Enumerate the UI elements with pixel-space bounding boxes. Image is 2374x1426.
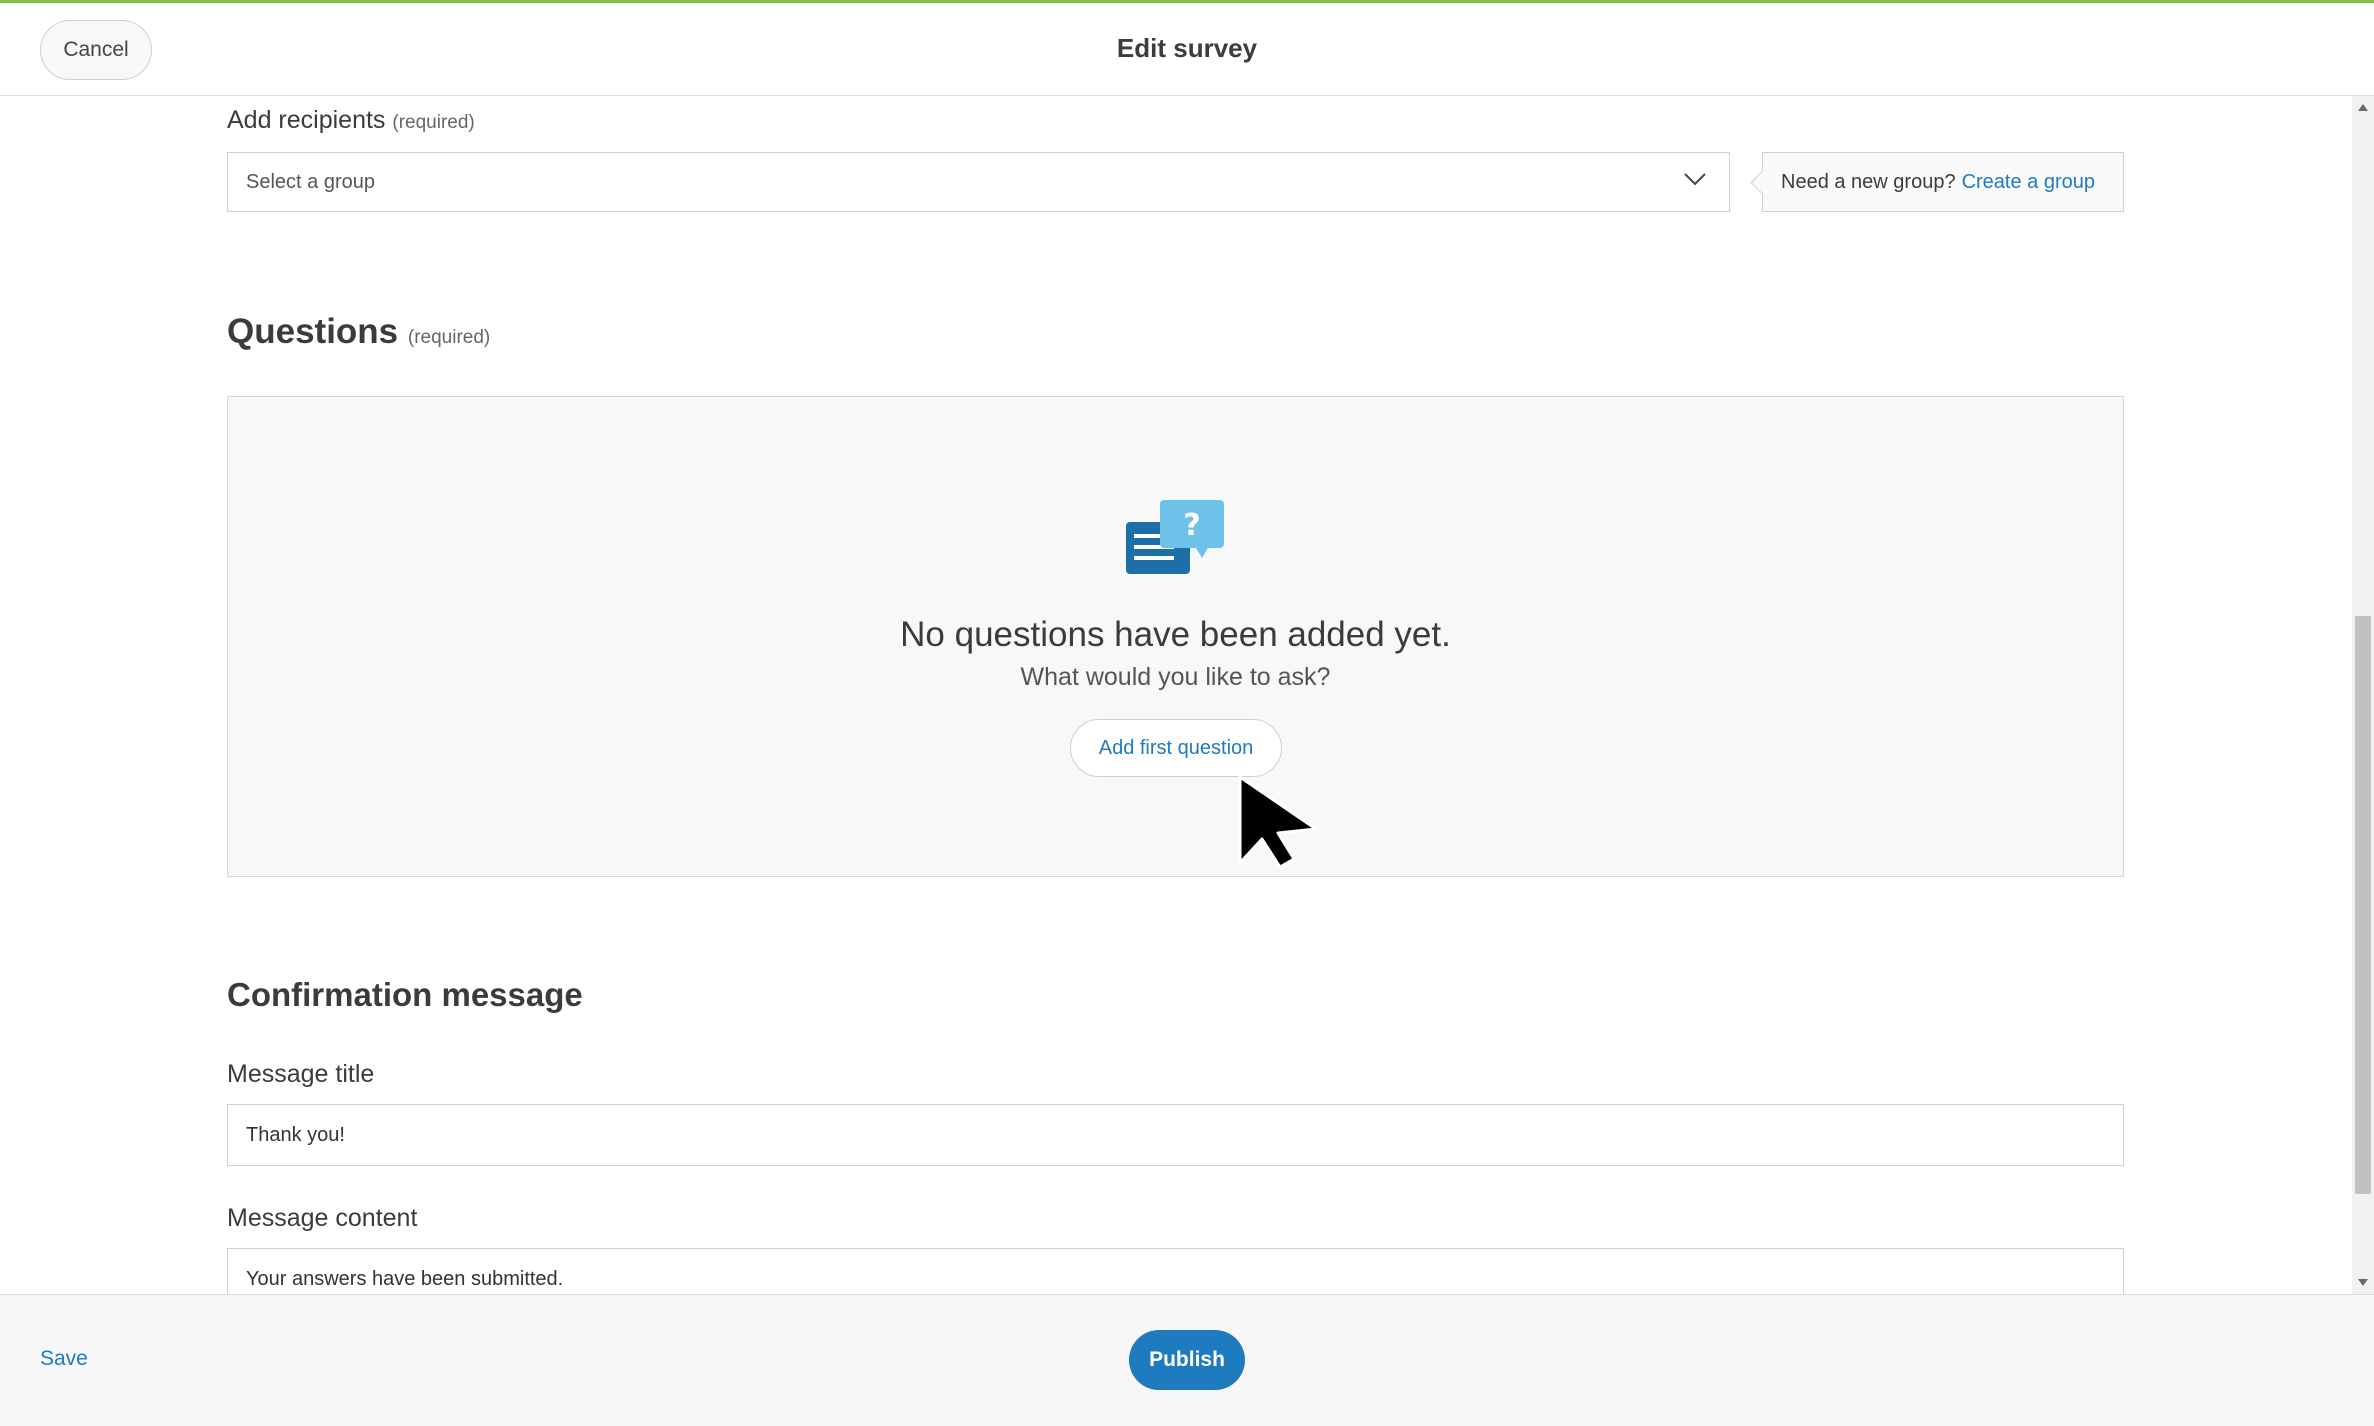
survey-question-icon: ? (1126, 500, 1224, 574)
questions-heading-text: Questions (227, 312, 399, 351)
message-content-input[interactable] (227, 1248, 2124, 1294)
footer-bar: Save Publish (0, 1294, 2374, 1426)
vertical-scrollbar[interactable] (2352, 96, 2374, 1294)
publish-button[interactable]: Publish (1129, 1330, 1245, 1390)
questions-required-note: (required) (407, 327, 491, 348)
group-select[interactable]: Select a group (227, 152, 1730, 212)
scrollbar-thumb[interactable] (2355, 616, 2371, 1194)
recipients-required-note: (required) (392, 112, 475, 133)
top-bar: Cancel Edit survey (0, 0, 2374, 96)
message-content-label: Message content (227, 1204, 418, 1232)
questions-empty-state: ? No questions have been added yet. What… (227, 396, 2124, 877)
add-first-question-button[interactable]: Add first question (1070, 719, 1282, 777)
scroll-up-arrow-icon[interactable] (2358, 104, 2368, 111)
group-select-placeholder: Select a group (246, 171, 375, 193)
empty-state-subtitle: What would you like to ask? (1020, 663, 1331, 691)
page-title: Edit survey (1116, 33, 1258, 63)
empty-state-title: No questions have been added yet. (900, 615, 1451, 654)
chevron-down-icon (1684, 173, 1706, 186)
svg-text:?: ? (1183, 508, 1200, 543)
message-title-input[interactable] (227, 1104, 2124, 1166)
create-group-link[interactable]: Create a group (1962, 171, 2095, 194)
recipients-label-text: Add recipients (227, 106, 386, 134)
new-group-tip: Need a new group? Create a group (1762, 152, 2124, 212)
confirmation-heading: Confirmation message (227, 976, 583, 1013)
message-title-label: Message title (227, 1060, 375, 1088)
recipients-label: Add recipients (required) (227, 106, 475, 135)
new-group-tip-text: Need a new group? (1781, 170, 1956, 193)
questions-heading: Questions (required) (227, 312, 490, 352)
scroll-down-arrow-icon[interactable] (2358, 1279, 2368, 1286)
save-link[interactable]: Save (40, 1347, 88, 1371)
form-scroll-area: Add recipients (required) Select a group… (0, 96, 2352, 1294)
mouse-pointer-icon (1238, 775, 1318, 869)
